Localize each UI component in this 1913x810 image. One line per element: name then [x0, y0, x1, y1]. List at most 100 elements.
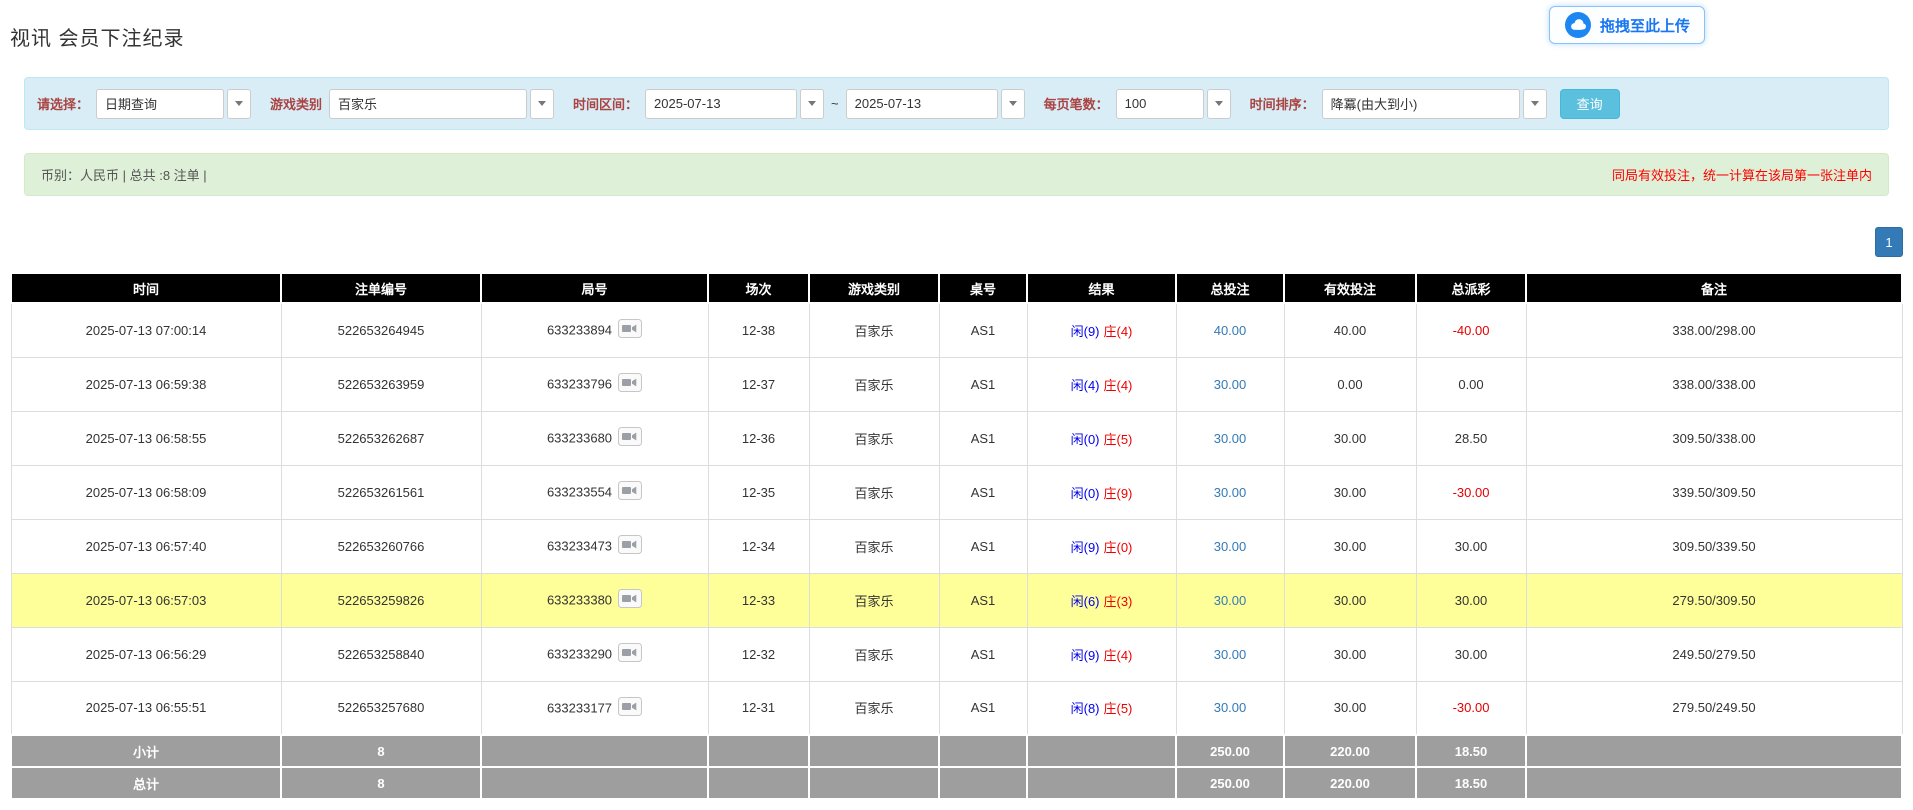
subtotal-total-bet: 250.00 — [1176, 735, 1284, 767]
game-type-input[interactable] — [329, 89, 527, 119]
header-table-no: 桌号 — [939, 273, 1027, 303]
video-replay-icon[interactable] — [618, 319, 642, 341]
round-id-text: 633233894 — [547, 323, 612, 338]
total-bet-link[interactable]: 30.00 — [1214, 539, 1247, 554]
pagination: 1 — [10, 227, 1903, 257]
table-row: 2025-07-13 06:55:51 522653257680 6332331… — [11, 681, 1902, 735]
cell-round-id: 633233290 — [481, 627, 708, 681]
result-player: 闲(6) — [1071, 594, 1100, 609]
subtotal-count: 8 — [281, 735, 481, 767]
cell-session: 12-33 — [708, 573, 809, 627]
cell-valid-bet: 30.00 — [1284, 519, 1416, 573]
result-banker: 庄(9) — [1104, 486, 1133, 501]
cell-total-bet: 30.00 — [1176, 627, 1284, 681]
table-footer: 小计 8 250.00 220.00 18.50 总计 8 250.00 220… — [11, 735, 1902, 799]
round-id-text: 633233290 — [547, 647, 612, 662]
video-replay-icon[interactable] — [618, 427, 642, 449]
cell-round-id: 633233554 — [481, 465, 708, 519]
total-bet-link[interactable]: 30.00 — [1214, 593, 1247, 608]
summary-bar: 币别：人民币 | 总共 :8 注单 | 同局有效投注，统一计算在该局第一张注单内 — [24, 153, 1889, 196]
cell-game-type: 百家乐 — [809, 357, 939, 411]
cell-session: 12-35 — [708, 465, 809, 519]
video-replay-icon[interactable] — [618, 697, 642, 719]
page-size-input[interactable] — [1116, 89, 1204, 119]
total-empty — [481, 767, 708, 799]
result-banker: 庄(5) — [1104, 701, 1133, 716]
table-body: 2025-07-13 07:00:14 522653264945 6332338… — [11, 303, 1902, 735]
total-row: 总计 8 250.00 220.00 18.50 — [11, 767, 1902, 799]
sort-order-combo — [1322, 89, 1547, 119]
total-bet-link[interactable]: 30.00 — [1214, 700, 1247, 715]
header-valid-bet: 有效投注 — [1284, 273, 1416, 303]
video-replay-icon[interactable] — [618, 589, 642, 611]
cell-total-bet: 30.00 — [1176, 411, 1284, 465]
cell-note: 309.50/338.00 — [1526, 411, 1902, 465]
video-replay-icon[interactable] — [618, 373, 642, 395]
total-empty — [809, 767, 939, 799]
total-empty — [939, 767, 1027, 799]
cell-total-bet: 30.00 — [1176, 465, 1284, 519]
total-bet-link[interactable]: 30.00 — [1214, 647, 1247, 662]
query-type-input[interactable] — [96, 89, 224, 119]
date-from-input[interactable] — [645, 89, 797, 119]
cell-time: 2025-07-13 07:00:14 — [11, 303, 281, 357]
cell-payout: 28.50 — [1416, 411, 1526, 465]
game-type-combo — [329, 89, 554, 119]
cell-bet-id: 522653257680 — [281, 681, 481, 735]
total-bet-link[interactable]: 30.00 — [1214, 431, 1247, 446]
search-button[interactable]: 查询 — [1560, 89, 1620, 119]
cell-payout: 30.00 — [1416, 627, 1526, 681]
subtotal-label: 小计 — [11, 735, 281, 767]
page-size-dropdown-button[interactable] — [1207, 89, 1231, 119]
round-id-text: 633233796 — [547, 377, 612, 392]
result-player: 闲(9) — [1071, 324, 1100, 339]
query-type-dropdown-button[interactable] — [227, 89, 251, 119]
cell-valid-bet: 40.00 — [1284, 303, 1416, 357]
total-bet-link[interactable]: 30.00 — [1214, 377, 1247, 392]
cell-table-no: AS1 — [939, 573, 1027, 627]
video-replay-icon[interactable] — [618, 481, 642, 503]
cell-note: 338.00/298.00 — [1526, 303, 1902, 357]
table-header: 时间 注单编号 局号 场次 游戏类别 桌号 结果 总投注 有效投注 总派彩 备注 — [11, 273, 1902, 303]
sort-order-label: 时间排序： — [1250, 94, 1315, 113]
video-replay-icon[interactable] — [618, 535, 642, 557]
cell-total-bet: 30.00 — [1176, 681, 1284, 735]
video-replay-icon[interactable] — [618, 643, 642, 665]
page-title: 视讯 会员下注纪录 — [10, 22, 185, 51]
cell-payout: -30.00 — [1416, 465, 1526, 519]
result-player: 闲(0) — [1071, 486, 1100, 501]
cell-total-bet: 40.00 — [1176, 303, 1284, 357]
game-type-dropdown-button[interactable] — [530, 89, 554, 119]
upload-dropzone[interactable]: 拖拽至此上传 — [1549, 6, 1705, 44]
total-bet-link[interactable]: 30.00 — [1214, 485, 1247, 500]
date-to-dropdown-button[interactable] — [1001, 89, 1025, 119]
total-empty — [1526, 767, 1902, 799]
date-from-dropdown-button[interactable] — [800, 89, 824, 119]
cell-bet-id: 522653259826 — [281, 573, 481, 627]
cell-session: 12-32 — [708, 627, 809, 681]
chevron-down-icon — [235, 101, 243, 106]
sort-order-dropdown-button[interactable] — [1523, 89, 1547, 119]
cell-note: 279.50/249.50 — [1526, 681, 1902, 735]
total-bet-link[interactable]: 40.00 — [1214, 323, 1247, 338]
cell-valid-bet: 30.00 — [1284, 465, 1416, 519]
date-range-label: 时间区间： — [573, 94, 638, 113]
date-to-input[interactable] — [846, 89, 998, 119]
result-player: 闲(9) — [1071, 540, 1100, 555]
page-button-1[interactable]: 1 — [1875, 227, 1903, 257]
cell-session: 12-36 — [708, 411, 809, 465]
header-result: 结果 — [1027, 273, 1176, 303]
sort-order-input[interactable] — [1322, 89, 1520, 119]
round-id-text: 633233473 — [547, 539, 612, 554]
cell-result: 闲(4)庄(4) — [1027, 357, 1176, 411]
total-count: 8 — [281, 767, 481, 799]
cell-valid-bet: 0.00 — [1284, 357, 1416, 411]
subtotal-row: 小计 8 250.00 220.00 18.50 — [11, 735, 1902, 767]
cloud-upload-icon — [1564, 11, 1592, 39]
result-banker: 庄(3) — [1104, 594, 1133, 609]
result-banker: 庄(5) — [1104, 432, 1133, 447]
table-row: 2025-07-13 06:57:40 522653260766 6332334… — [11, 519, 1902, 573]
total-empty — [708, 767, 809, 799]
cell-game-type: 百家乐 — [809, 411, 939, 465]
header-total-bet: 总投注 — [1176, 273, 1284, 303]
